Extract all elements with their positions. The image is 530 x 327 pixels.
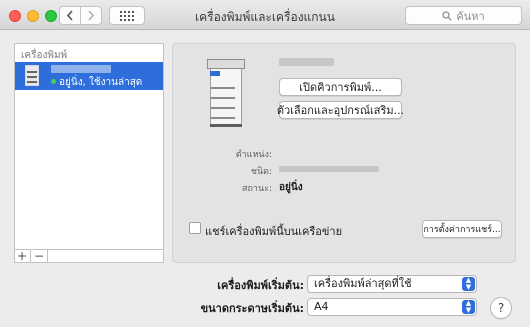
list-footer: + − — [14, 249, 164, 263]
printer-thumbnail-icon — [25, 65, 39, 86]
title-bar: เครื่องพิมพ์และเครื่องแกนน ค้นหา — [0, 0, 530, 30]
chevron-right-icon — [88, 10, 95, 21]
status-label: สถานะ: — [241, 184, 272, 194]
chevron-updown-icon: ▲ ▼ — [462, 277, 475, 291]
kind-label: ชนิด: — [250, 167, 272, 177]
search-icon — [442, 10, 453, 21]
close-button[interactable] — [9, 10, 21, 22]
minimize-button[interactable] — [27, 10, 39, 22]
default-printer-label: เครื่องพิมพ์เริ่มต้น: — [217, 279, 304, 292]
search-placeholder: ค้นหา — [456, 9, 485, 23]
status-dot-icon — [51, 79, 56, 84]
default-paper-label: ขนาดกระดาษเริ่มต้น: — [200, 302, 304, 315]
share-printer-checkbox[interactable] — [189, 222, 201, 234]
printer-name-redacted — [279, 58, 334, 66]
status-value: อยู่นิ่ง — [279, 182, 303, 193]
grid-icon — [120, 10, 134, 21]
forward-button[interactable] — [80, 6, 102, 25]
back-button[interactable] — [59, 6, 81, 25]
printer-list[interactable]: เครื่องพิมพ์ อยู่นิ่ง, ใช้งานล่าสุด — [14, 43, 164, 263]
default-printer-value: เครื่องพิมพ์ล่าสุดที่ใช้ — [314, 277, 412, 290]
printer-image-icon — [207, 59, 245, 127]
default-paper-value: A4 — [314, 300, 329, 313]
printer-list-header: เครื่องพิมพ์ — [21, 50, 68, 61]
remove-printer-button[interactable]: − — [31, 250, 48, 263]
add-printer-button[interactable]: + — [14, 250, 31, 263]
chevron-left-icon — [66, 10, 73, 21]
sharing-settings-button[interactable]: การตั้งค่าการแชร์... — [422, 220, 502, 238]
show-all-button[interactable] — [109, 6, 145, 25]
printer-list-item[interactable]: อยู่นิ่ง, ใช้งานล่าสุด — [15, 62, 163, 90]
open-print-queue-button[interactable]: เปิดคิวการพิมพ์... — [279, 78, 402, 96]
share-printer-label[interactable]: แชร์เครื่องพิมพ์นี้บนเครือข่าย — [205, 222, 342, 240]
chevron-updown-icon: ▲ ▼ — [462, 300, 475, 314]
options-supplies-button[interactable]: ตัวเลือกและอุปกรณ์เสริม... — [277, 101, 404, 119]
printer-name-redacted — [51, 65, 111, 73]
printer-detail-panel: เปิดคิวการพิมพ์... ตัวเลือกและอุปกรณ์เสร… — [172, 43, 516, 263]
default-printer-select[interactable]: เครื่องพิมพ์ล่าสุดที่ใช้ ▲ ▼ — [307, 275, 477, 293]
kind-value-redacted — [279, 166, 379, 172]
default-paper-select[interactable]: A4 ▲ ▼ — [307, 298, 477, 316]
printer-status-text: อยู่นิ่ง, ใช้งานล่าสุด — [59, 77, 143, 88]
search-field[interactable]: ค้นหา — [405, 6, 522, 25]
window-title: เครื่องพิมพ์และเครื่องแกนน — [195, 10, 335, 24]
help-button[interactable]: ? — [490, 297, 512, 319]
location-label: ตำแหน่ง: — [235, 150, 272, 160]
zoom-button[interactable] — [45, 10, 57, 22]
